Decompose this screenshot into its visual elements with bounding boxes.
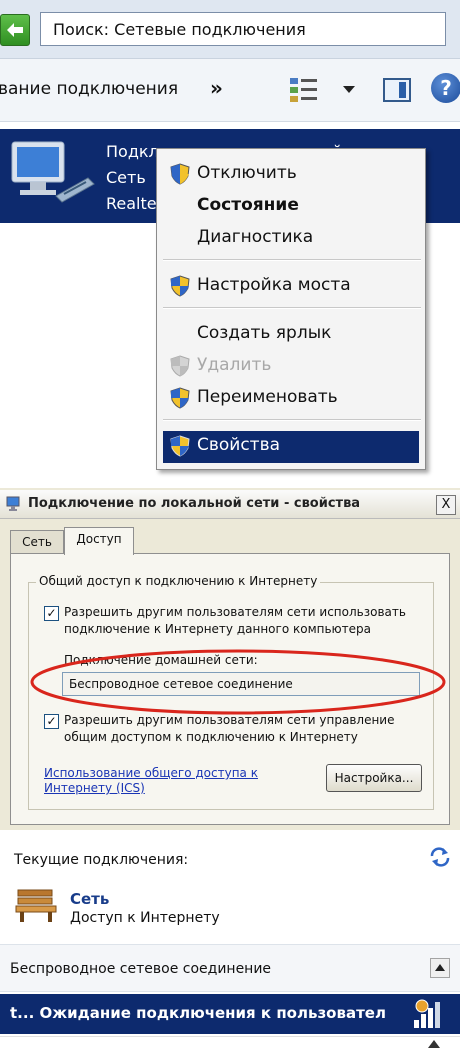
menu-item-properties[interactable]: Свойства bbox=[163, 431, 419, 463]
back-button[interactable] bbox=[0, 14, 30, 46]
shield-icon bbox=[169, 163, 191, 189]
settings-button[interactable]: Настройка... bbox=[326, 764, 422, 792]
tab-network[interactable]: Сеть bbox=[10, 530, 64, 553]
shield-icon bbox=[169, 387, 191, 413]
network-bench-icon bbox=[15, 889, 57, 922]
menu-item-label: Создать ярлык bbox=[197, 323, 332, 343]
refresh-icon[interactable] bbox=[428, 846, 452, 868]
context-menu: Отключить Состояние Диагностика Настройк… bbox=[156, 148, 426, 470]
network-access-status: Доступ к Интернету bbox=[70, 910, 220, 926]
shield-icon bbox=[169, 355, 191, 381]
waiting-connection-label: t... Ожидание подключения к пользовател bbox=[10, 1004, 386, 1022]
ics-help-link[interactable]: Использование общего доступа к Интернету… bbox=[44, 766, 258, 796]
scroll-up-icon[interactable] bbox=[428, 1040, 440, 1048]
menu-item-label: Настройка моста bbox=[197, 275, 351, 295]
ics-link-line2: Интернету (ICS) bbox=[44, 781, 145, 795]
menu-item-bridge[interactable]: Настройка моста bbox=[163, 271, 419, 301]
dialog-title: Подключение по локальной сети - свойства bbox=[28, 496, 361, 511]
search-input[interactable]: Поиск: Сетевые подключения bbox=[40, 12, 446, 46]
more-commands-button[interactable]: » bbox=[210, 76, 223, 100]
menu-item-create-shortcut[interactable]: Создать ярлык bbox=[163, 319, 419, 349]
menu-item-diagnostics[interactable]: Диагностика bbox=[163, 223, 419, 253]
network-name[interactable]: Сеть bbox=[70, 890, 109, 908]
tab-sharing[interactable]: Доступ bbox=[64, 527, 134, 555]
wireless-signal-icon bbox=[414, 999, 440, 1028]
network-adapter-icon bbox=[8, 136, 98, 216]
allow-share-label-line1: Разрешить другим пользователям сети испо… bbox=[64, 605, 406, 619]
toolbar-action-label[interactable]: вание подключения bbox=[0, 79, 178, 99]
network-icon bbox=[6, 496, 20, 511]
close-button[interactable]: X bbox=[436, 495, 456, 515]
dialog-titlebar: Подключение по локальной сети - свойства bbox=[0, 490, 460, 519]
view-dropdown-arrow-icon[interactable] bbox=[343, 86, 355, 93]
wireless-section-label: Беспроводное сетевое соединение bbox=[10, 961, 272, 977]
search-input-text: Поиск: Сетевые подключения bbox=[53, 20, 306, 39]
groupbox-title: Общий доступ к подключению к Интернету bbox=[36, 574, 321, 588]
menu-separator bbox=[163, 259, 421, 261]
allow-share-label-line2: подключение к Интернету данного компьюте… bbox=[64, 622, 371, 636]
shield-icon bbox=[169, 435, 191, 461]
menu-item-label: Свойства bbox=[197, 435, 281, 455]
connection-status: Сеть bbox=[106, 168, 146, 187]
menu-item-status[interactable]: Состояние bbox=[163, 191, 419, 221]
list-item bbox=[0, 1036, 460, 1053]
current-connections-label: Текущие подключения: bbox=[14, 852, 189, 868]
menu-item-label: Удалить bbox=[197, 355, 272, 375]
menu-item-label: Отключить bbox=[197, 163, 297, 183]
highlight-ellipse bbox=[30, 649, 446, 715]
help-icon[interactable]: ? bbox=[431, 73, 460, 103]
ics-link-line1: Использование общего доступа к bbox=[44, 766, 258, 780]
view-options-icon[interactable] bbox=[289, 76, 319, 108]
menu-item-label: Состояние bbox=[197, 195, 299, 215]
preview-pane-icon[interactable] bbox=[383, 78, 411, 102]
menu-item-disconnect[interactable]: Отключить bbox=[163, 159, 419, 189]
menu-item-rename[interactable]: Переименовать bbox=[163, 383, 419, 413]
menu-separator bbox=[163, 307, 421, 309]
menu-item-label: Диагностика bbox=[197, 227, 314, 247]
menu-separator bbox=[163, 419, 421, 421]
allow-control-label-line1: Разрешить другим пользователям сети упра… bbox=[64, 713, 395, 727]
shield-icon bbox=[169, 275, 191, 301]
collapse-button[interactable] bbox=[430, 958, 450, 978]
menu-item-delete: Удалить bbox=[163, 351, 419, 381]
allow-share-checkbox[interactable]: ✓ bbox=[44, 606, 59, 621]
menu-item-label: Переименовать bbox=[197, 387, 338, 407]
allow-control-label-line2: общим доступом к подключению к Интернету bbox=[64, 730, 358, 744]
arrow-left-icon bbox=[7, 23, 23, 37]
allow-control-checkbox[interactable]: ✓ bbox=[44, 714, 59, 729]
